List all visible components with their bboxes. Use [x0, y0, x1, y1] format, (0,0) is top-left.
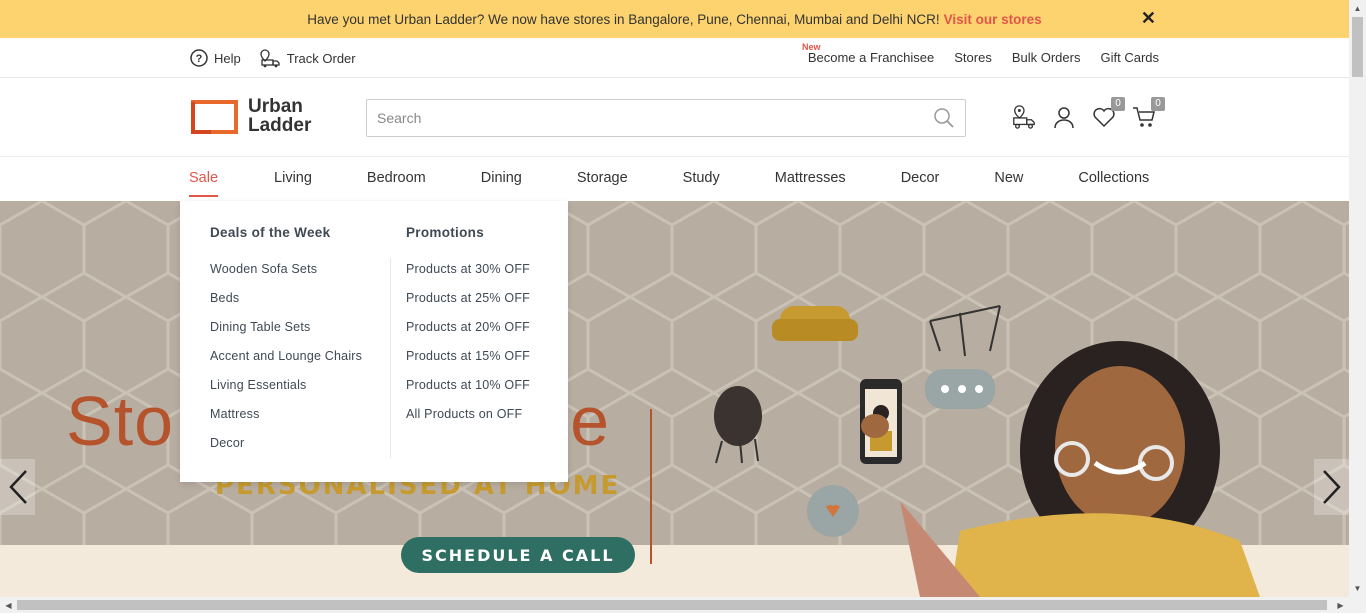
vertical-scroll-thumb[interactable]	[1352, 17, 1363, 77]
menu-item-25-off[interactable]: Products at 25% OFF	[406, 290, 530, 319]
stores-link[interactable]: Stores	[954, 50, 992, 65]
track-order-link[interactable]: Track Order	[259, 48, 356, 68]
logo-mark-icon	[191, 100, 238, 134]
menu-item-living-essentials[interactable]: Living Essentials	[210, 377, 362, 406]
hero-title-visible: Sto	[66, 382, 175, 460]
help-icon: ?	[190, 49, 208, 67]
wishlist-icon[interactable]: 0	[1091, 97, 1125, 131]
new-tag: New	[802, 42, 821, 52]
logo-line1: Urban	[248, 96, 303, 117]
carousel-next-button[interactable]	[1314, 459, 1349, 515]
carousel-prev-button[interactable]	[0, 459, 35, 515]
deals-column: Deals of the Week Wooden Sofa Sets Beds …	[210, 225, 362, 464]
bulk-orders-link[interactable]: Bulk Orders	[1012, 50, 1081, 65]
header: Urban Ladder 0 0	[0, 79, 1349, 157]
utility-bar: ? Help Track Order Become a Franchisee S…	[0, 38, 1349, 78]
nav-item-sale[interactable]: Sale	[189, 170, 219, 197]
nav-item-decor[interactable]: Decor	[901, 170, 940, 186]
menu-item-accent-chairs[interactable]: Accent and Lounge Chairs	[210, 348, 362, 377]
vertical-scrollbar[interactable]: ▲ ▼	[1349, 0, 1366, 597]
menu-item-20-off[interactable]: Products at 20% OFF	[406, 319, 530, 348]
nav-item-collections[interactable]: Collections	[1078, 170, 1149, 186]
announcement-text: Have you met Urban Ladder? We now have s…	[307, 11, 940, 27]
close-icon[interactable]: ✕	[1141, 9, 1156, 27]
track-order-label: Track Order	[286, 50, 356, 66]
schedule-call-button[interactable]: SCHEDULE A CALL	[401, 537, 635, 573]
nav-item-study[interactable]: Study	[683, 170, 720, 186]
cart-icon[interactable]: 0	[1131, 97, 1165, 131]
nav-item-new[interactable]: New	[994, 170, 1023, 186]
scroll-right-icon[interactable]: ▶	[1332, 597, 1349, 613]
menu-item-beds[interactable]: Beds	[210, 290, 362, 319]
cart-count-badge: 0	[1151, 97, 1165, 111]
chevron-right-icon	[1322, 470, 1341, 504]
become-franchisee-link[interactable]: Become a Franchisee	[808, 50, 934, 65]
nav-item-storage[interactable]: Storage	[577, 170, 628, 186]
sale-mega-menu: Deals of the Week Wooden Sofa Sets Beds …	[180, 201, 568, 482]
menu-item-30-off[interactable]: Products at 30% OFF	[406, 261, 530, 290]
horizontal-scroll-thumb[interactable]	[17, 600, 1327, 610]
promotions-column: Promotions Products at 30% OFF Products …	[406, 225, 530, 435]
visit-stores-link[interactable]: Visit our stores	[944, 12, 1042, 27]
menu-item-wooden-sofa-sets[interactable]: Wooden Sofa Sets	[210, 261, 362, 290]
nav-item-dining[interactable]: Dining	[481, 170, 522, 186]
chevron-left-icon	[8, 470, 27, 504]
horizontal-scrollbar[interactable]: ◀ ▶	[0, 597, 1366, 613]
scroll-left-icon[interactable]: ◀	[0, 597, 17, 613]
logo[interactable]: Urban Ladder	[191, 97, 311, 135]
help-label: Help	[214, 50, 241, 66]
wishlist-count-badge: 0	[1111, 97, 1125, 111]
search-box	[366, 99, 966, 137]
svg-text:?: ?	[196, 53, 203, 65]
store-locator-icon[interactable]	[1011, 103, 1037, 131]
track-order-icon	[260, 49, 280, 68]
scroll-up-icon[interactable]: ▲	[1349, 0, 1366, 17]
menu-divider	[390, 258, 391, 458]
menu-item-decor[interactable]: Decor	[210, 435, 362, 464]
nav-item-bedroom[interactable]: Bedroom	[367, 170, 426, 186]
main-nav: Sale Living Bedroom Dining Storage Study…	[0, 157, 1349, 201]
menu-item-dining-table-sets[interactable]: Dining Table Sets	[210, 319, 362, 348]
menu-item-15-off[interactable]: Products at 15% OFF	[406, 348, 530, 377]
help-link[interactable]: ? Help	[190, 49, 241, 67]
menu-item-all-off[interactable]: All Products on OFF	[406, 406, 530, 435]
search-icon[interactable]	[929, 103, 959, 133]
logo-line2: Ladder	[248, 115, 312, 136]
nav-item-mattresses[interactable]: Mattresses	[775, 170, 846, 186]
announcement-bar: Have you met Urban Ladder? We now have s…	[0, 0, 1349, 38]
user-profile-icon[interactable]	[1051, 103, 1077, 131]
scroll-down-icon[interactable]: ▼	[1349, 580, 1366, 597]
nav-item-living[interactable]: Living	[274, 170, 312, 186]
promotions-heading: Promotions	[406, 225, 485, 240]
hero-illustration	[714, 305, 1260, 597]
deals-heading: Deals of the Week	[210, 225, 331, 240]
search-input[interactable]	[367, 110, 929, 126]
hero-divider	[650, 409, 652, 564]
menu-item-10-off[interactable]: Products at 10% OFF	[406, 377, 530, 406]
menu-item-mattress[interactable]: Mattress	[210, 406, 362, 435]
gift-cards-link[interactable]: Gift Cards	[1100, 50, 1159, 65]
